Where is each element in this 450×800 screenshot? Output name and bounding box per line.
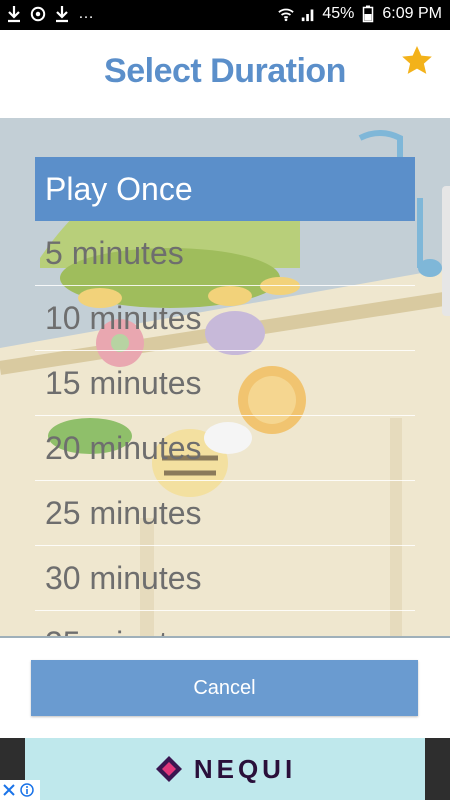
info-icon[interactable] <box>20 783 34 797</box>
cancel-button[interactable]: Cancel <box>31 660 418 716</box>
download-icon <box>56 6 68 23</box>
duration-option-10-minutes[interactable]: 10 minutes <box>35 286 415 351</box>
ad-banner[interactable]: NEQUI <box>0 738 450 800</box>
sync-icon <box>30 6 46 22</box>
duration-option-25-minutes[interactable]: 25 minutes <box>35 481 415 546</box>
signal-icon <box>302 9 314 22</box>
battery-icon <box>363 5 374 23</box>
page-title: Select Duration <box>104 52 346 90</box>
duration-option-5-minutes[interactable]: 5 minutes <box>35 221 415 286</box>
clock: 6:09 PM <box>382 5 442 22</box>
ad-choices-badge[interactable] <box>0 780 40 800</box>
status-bar-notifications: … <box>6 5 94 23</box>
ad-content[interactable]: NEQUI <box>25 738 425 800</box>
duration-option-15-minutes[interactable]: 15 minutes <box>35 351 415 416</box>
battery-percent: 45% <box>322 5 355 22</box>
download-icon <box>8 6 20 23</box>
duration-list[interactable]: Play Once 5 minutes 10 minutes 15 minute… <box>35 157 415 637</box>
status-bar: … 45% 6:09 PM <box>0 0 450 30</box>
list-divider <box>0 636 450 638</box>
close-icon[interactable] <box>2 783 16 797</box>
wifi-icon <box>278 8 295 22</box>
duration-option-30-minutes[interactable]: 30 minutes <box>35 546 415 611</box>
duration-option-35-minutes[interactable]: 35 minutes <box>35 611 415 637</box>
star-icon[interactable] <box>400 44 434 78</box>
duration-option-play-once[interactable]: Play Once <box>35 157 415 221</box>
dialog-header: Select Duration <box>0 30 450 118</box>
more-notifications: … <box>78 5 94 22</box>
nequi-logo-icon <box>155 756 182 782</box>
status-bar-system: 45% 6:09 PM <box>278 5 442 23</box>
duration-option-20-minutes[interactable]: 20 minutes <box>35 416 415 481</box>
ad-brand-name: NEQUI <box>193 753 297 784</box>
scroll-indicator[interactable] <box>442 186 450 316</box>
